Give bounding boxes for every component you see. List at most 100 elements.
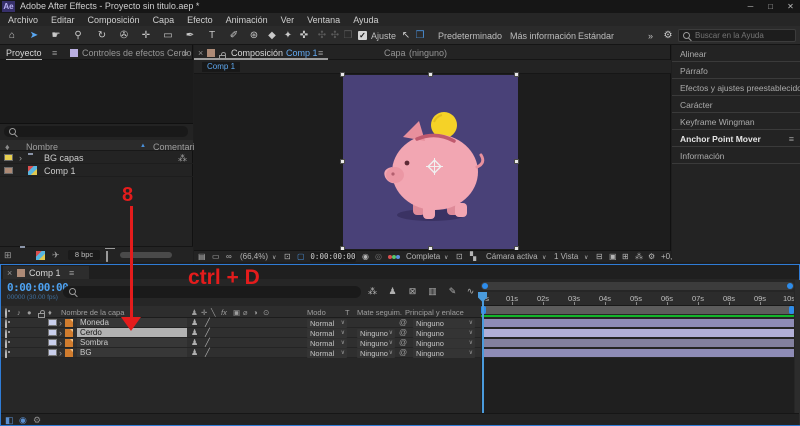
time-ruler[interactable]: 0s 01s 02s 03s 04s 05s 06s 07s 08s 09s 1… — [481, 292, 794, 306]
help-search-box[interactable] — [678, 29, 796, 42]
column-principal-y-enlace[interactable]: Principal y enlace — [405, 308, 464, 317]
layer-name[interactable]: BG — [77, 348, 187, 357]
fast-previews-icon[interactable]: ▣ — [609, 252, 617, 261]
blend-mode-dropdown[interactable]: Normal ∨ — [307, 338, 347, 348]
sort-ascending-icon[interactable]: ▲ — [140, 143, 146, 149]
item-label[interactable]: BG capas — [44, 153, 84, 163]
column-layer-name[interactable]: Nombre de la capa — [61, 308, 124, 317]
mini-flowchart-icon[interactable]: ⁂ — [365, 286, 380, 297]
project-item-comp-1[interactable]: Comp 1 — [0, 164, 193, 177]
quality-toggle-icon[interactable]: ╱ — [205, 348, 210, 357]
menu-composicion[interactable]: Composición — [88, 15, 140, 25]
tab-controles-de-efectos[interactable]: Controles de efectos Cerdo — [82, 48, 192, 58]
snap-checkbox[interactable]: ✓ — [358, 31, 367, 40]
item-label[interactable]: Comp 1 — [44, 166, 76, 176]
auto-keyframe-icon[interactable]: ✎ — [445, 286, 460, 297]
chevron-down-icon[interactable]: ∨ — [444, 254, 448, 261]
hide-shy-layers-icon[interactable]: ♟ — [385, 286, 400, 297]
work-area-bar[interactable] — [481, 306, 794, 314]
project-search-input[interactable] — [4, 126, 188, 137]
layer-row-moneda[interactable]: › Moneda ♟ ╱ Normal ∨ @ Ninguno ∨ — [1, 318, 481, 331]
pixel-aspect-icon[interactable]: ⊟ — [596, 252, 603, 261]
project-item-bg-capas[interactable]: › BG capas ⁂ — [0, 151, 193, 164]
panel-caracter[interactable]: Carácter — [672, 96, 800, 113]
blend-mode-dropdown[interactable]: Normal ∨ — [307, 328, 347, 338]
track-matte-dropdown[interactable]: Ninguno ∨ — [357, 338, 395, 348]
panel-parrafo[interactable]: Párrafo — [672, 62, 800, 79]
workspace-predeterminado[interactable]: Predeterminado — [438, 31, 502, 41]
shy-toggle-icon[interactable]: ♟ — [191, 338, 198, 347]
panel-menu-icon[interactable]: ≡ — [789, 134, 794, 144]
layer-color-label[interactable] — [48, 339, 57, 346]
layer-name[interactable]: Sombra — [77, 338, 187, 347]
exposure-gear-icon[interactable]: ⚙ — [648, 252, 655, 261]
pen-tool-icon[interactable]: ✒ — [182, 29, 198, 42]
selection-handle[interactable] — [428, 72, 433, 77]
layer-bar-bg[interactable] — [482, 349, 794, 357]
help-search-input[interactable] — [695, 30, 793, 41]
audio-column-icon[interactable]: ♪ — [17, 308, 21, 317]
workspace-estandar[interactable]: Estándar — [578, 31, 614, 41]
layer-color-label[interactable] — [48, 319, 57, 326]
selection-tool-icon[interactable]: ➤ — [26, 29, 42, 42]
snapshot-icon[interactable]: ◉ — [362, 252, 369, 261]
timeline-timecode[interactable]: 0:00:00:00 — [7, 281, 69, 294]
bit-depth-button[interactable]: 8 bpc — [68, 250, 100, 260]
navigator-end-handle[interactable] — [787, 283, 793, 289]
parent-pickwhip-icon[interactable]: @ — [399, 338, 407, 347]
eraser-tool-icon[interactable]: ◆ — [264, 29, 280, 42]
resolution-dropdown[interactable]: Completa — [406, 252, 440, 261]
layer-bar-moneda[interactable] — [482, 319, 794, 327]
chevron-right-icon[interactable]: › — [59, 348, 62, 358]
layer-row-bg[interactable]: › BG ♟ ╱ Normal ∨ Ninguno ∨ @ Ninguno ∨ — [1, 348, 481, 361]
vertical-scrollbar[interactable] — [795, 280, 800, 425]
parent-dropdown[interactable]: Ninguno ∨ — [413, 328, 475, 338]
menu-archivo[interactable]: Archivo — [8, 15, 38, 25]
trash-icon[interactable] — [106, 251, 108, 262]
label-column-icon[interactable]: ♦ — [48, 308, 52, 317]
minimize-button[interactable]: ─ — [741, 0, 760, 13]
breadcrumb[interactable]: Comp 1 — [202, 62, 241, 72]
layer-color-label[interactable] — [48, 329, 57, 336]
new-composition-icon[interactable] — [36, 251, 45, 260]
safe-margins-icon[interactable]: ⊡ — [284, 252, 291, 261]
panel-menu-icon[interactable]: ≡ — [52, 48, 57, 58]
hand-tool-icon[interactable]: ☛ — [48, 29, 64, 42]
menu-ayuda[interactable]: Ayuda — [353, 15, 378, 25]
expand-transfer-controls-icon[interactable]: ◉ — [19, 415, 27, 426]
type-tool-icon[interactable]: T — [204, 29, 220, 42]
tab-overflow-icon[interactable]: » — [183, 48, 188, 58]
camera-tool-icon[interactable]: ✇ — [116, 29, 132, 42]
panel-informacion[interactable]: Información — [672, 147, 800, 164]
panel-anchor-point-mover[interactable]: Anchor Point Mover ≡ — [672, 130, 800, 147]
graph-editor-icon[interactable]: ∿ — [463, 286, 478, 297]
brush-tool-icon[interactable]: ✐ — [226, 29, 242, 42]
tab-comp-name[interactable]: Comp 1 — [286, 48, 318, 58]
track-matte-dropdown[interactable]: Ninguno ∨ — [357, 348, 395, 358]
puppet-tool-icon[interactable]: ✜ — [296, 29, 312, 42]
parent-dropdown[interactable]: Ninguno ∨ — [413, 338, 475, 348]
quality-toggle-icon[interactable]: ╱ — [205, 318, 210, 327]
chevron-down-icon[interactable]: ∨ — [272, 254, 276, 261]
layer-color-label[interactable] — [48, 349, 57, 356]
motion-blur-icon[interactable]: ▥ — [425, 286, 440, 297]
time-navigator[interactable] — [481, 282, 794, 290]
shy-toggle-icon[interactable]: ♟ — [191, 328, 198, 337]
menu-animacion[interactable]: Animación — [226, 15, 268, 25]
blend-mode-dropdown[interactable]: Normal ∨ — [307, 318, 347, 328]
transparency-grid-icon[interactable]: ▚ — [470, 252, 476, 261]
chevron-down-icon[interactable]: ∨ — [584, 254, 588, 261]
blend-mode-dropdown[interactable]: Normal ∨ — [307, 348, 347, 358]
parent-pickwhip-icon[interactable]: @ — [399, 318, 407, 327]
column-mate-seguim[interactable]: Mate seguim. — [357, 308, 402, 317]
workspace-overflow-icon[interactable]: » — [648, 31, 653, 41]
workspace-gear-icon[interactable]: ⚙ — [660, 29, 676, 42]
chevron-right-icon[interactable]: › — [59, 328, 62, 338]
menu-efecto[interactable]: Efecto — [187, 15, 213, 25]
close-tab-icon[interactable]: × — [7, 268, 12, 278]
composition-canvas[interactable] — [340, 72, 519, 251]
rectangle-tool-icon[interactable]: ▭ — [160, 29, 176, 42]
tab-composicion[interactable]: Composición — [231, 48, 283, 58]
panel-alinear[interactable]: Alinear — [672, 45, 800, 62]
region-of-interest-icon[interactable]: ⊡ — [456, 252, 463, 261]
